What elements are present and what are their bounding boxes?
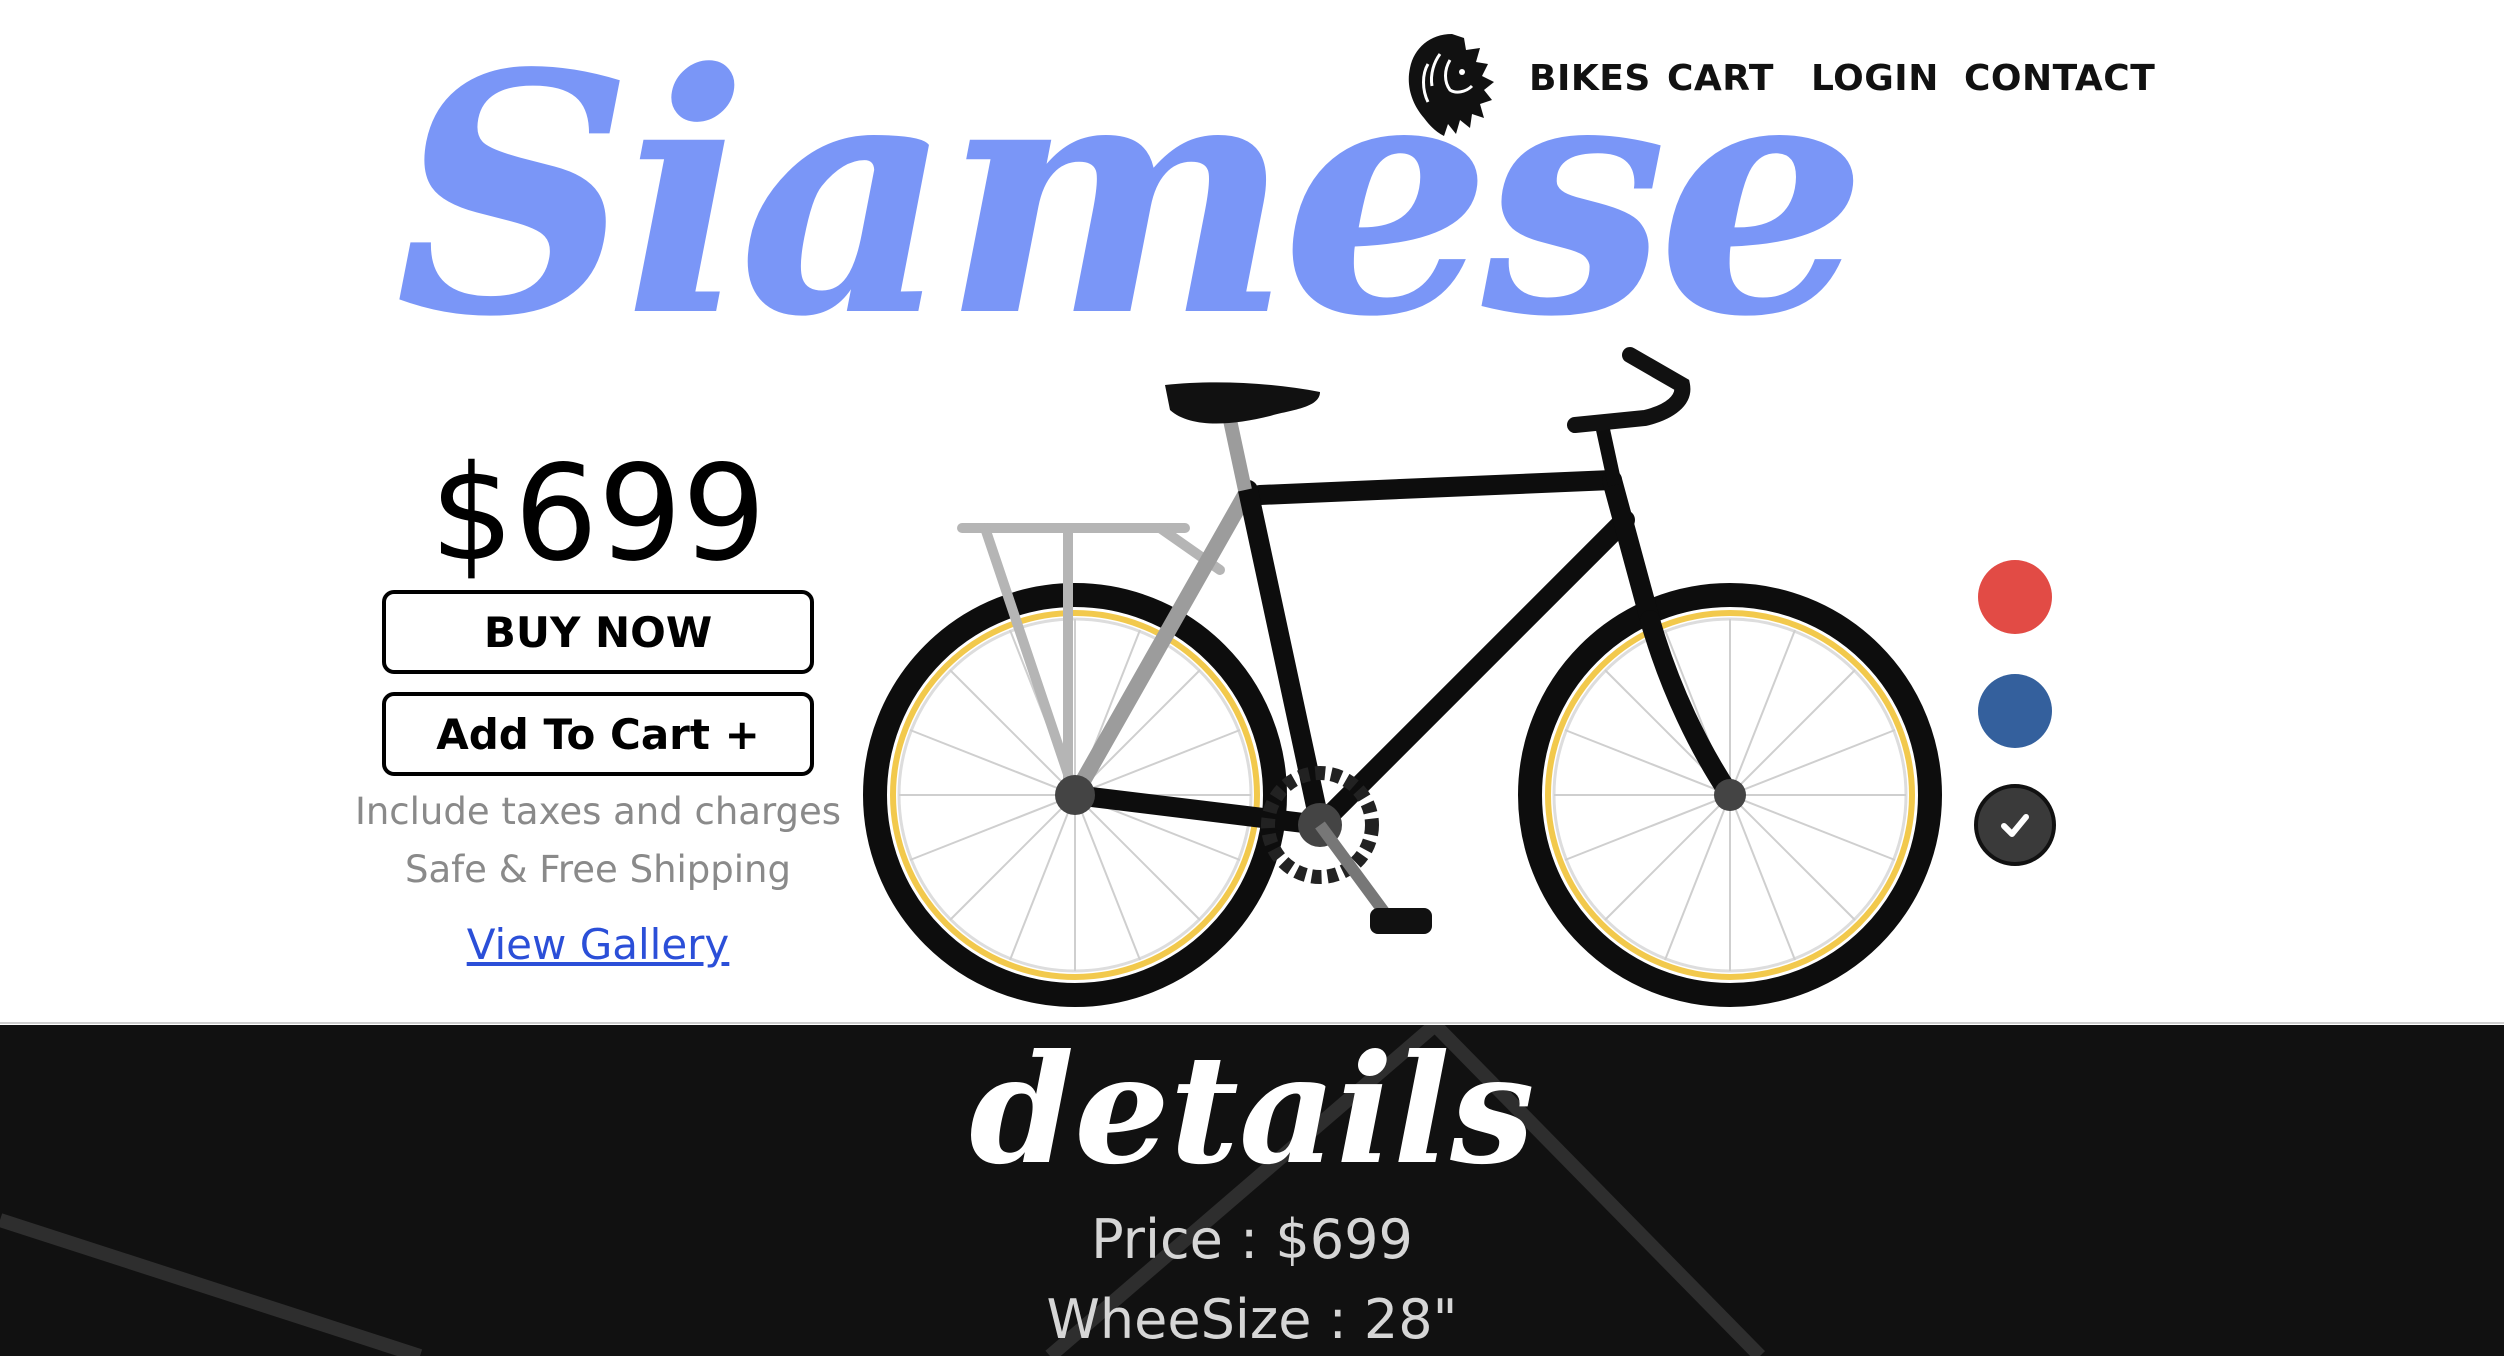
lion-head-icon[interactable] [1400,30,1496,138]
check-icon [2001,814,2029,837]
tax-note: Include taxes and charges [354,790,842,833]
nav-cart[interactable]: CART [1667,58,1774,99]
color-swatch-black[interactable] [1974,784,2056,866]
bicycle-icon [863,347,1942,1007]
detail-wheel-size: WheeSize : 28" [1046,1288,1458,1351]
buy-now-button[interactable]: BUY NOW [382,590,814,674]
detail-price: Price : $699 [1091,1208,1413,1271]
view-gallery-link[interactable]: View Gallery [300,920,896,969]
nav-contact[interactable]: CONTACT [1964,58,2155,99]
details-heading: details [969,1022,1535,1198]
color-swatch-blue[interactable] [1978,674,2052,748]
hero-section: Siamese BIKES CART LOGIN CONTACT $699 BU… [0,0,2504,1024]
add-to-cart-button[interactable]: Add To Cart + [382,692,814,776]
color-swatch-red[interactable] [1978,560,2052,634]
shipping-note: Safe & Free Shipping [404,848,791,891]
nav-bikes[interactable]: BIKES [1529,58,1651,99]
nav-login[interactable]: LOGIN [1811,58,1939,99]
price-display: $699 [430,437,766,591]
